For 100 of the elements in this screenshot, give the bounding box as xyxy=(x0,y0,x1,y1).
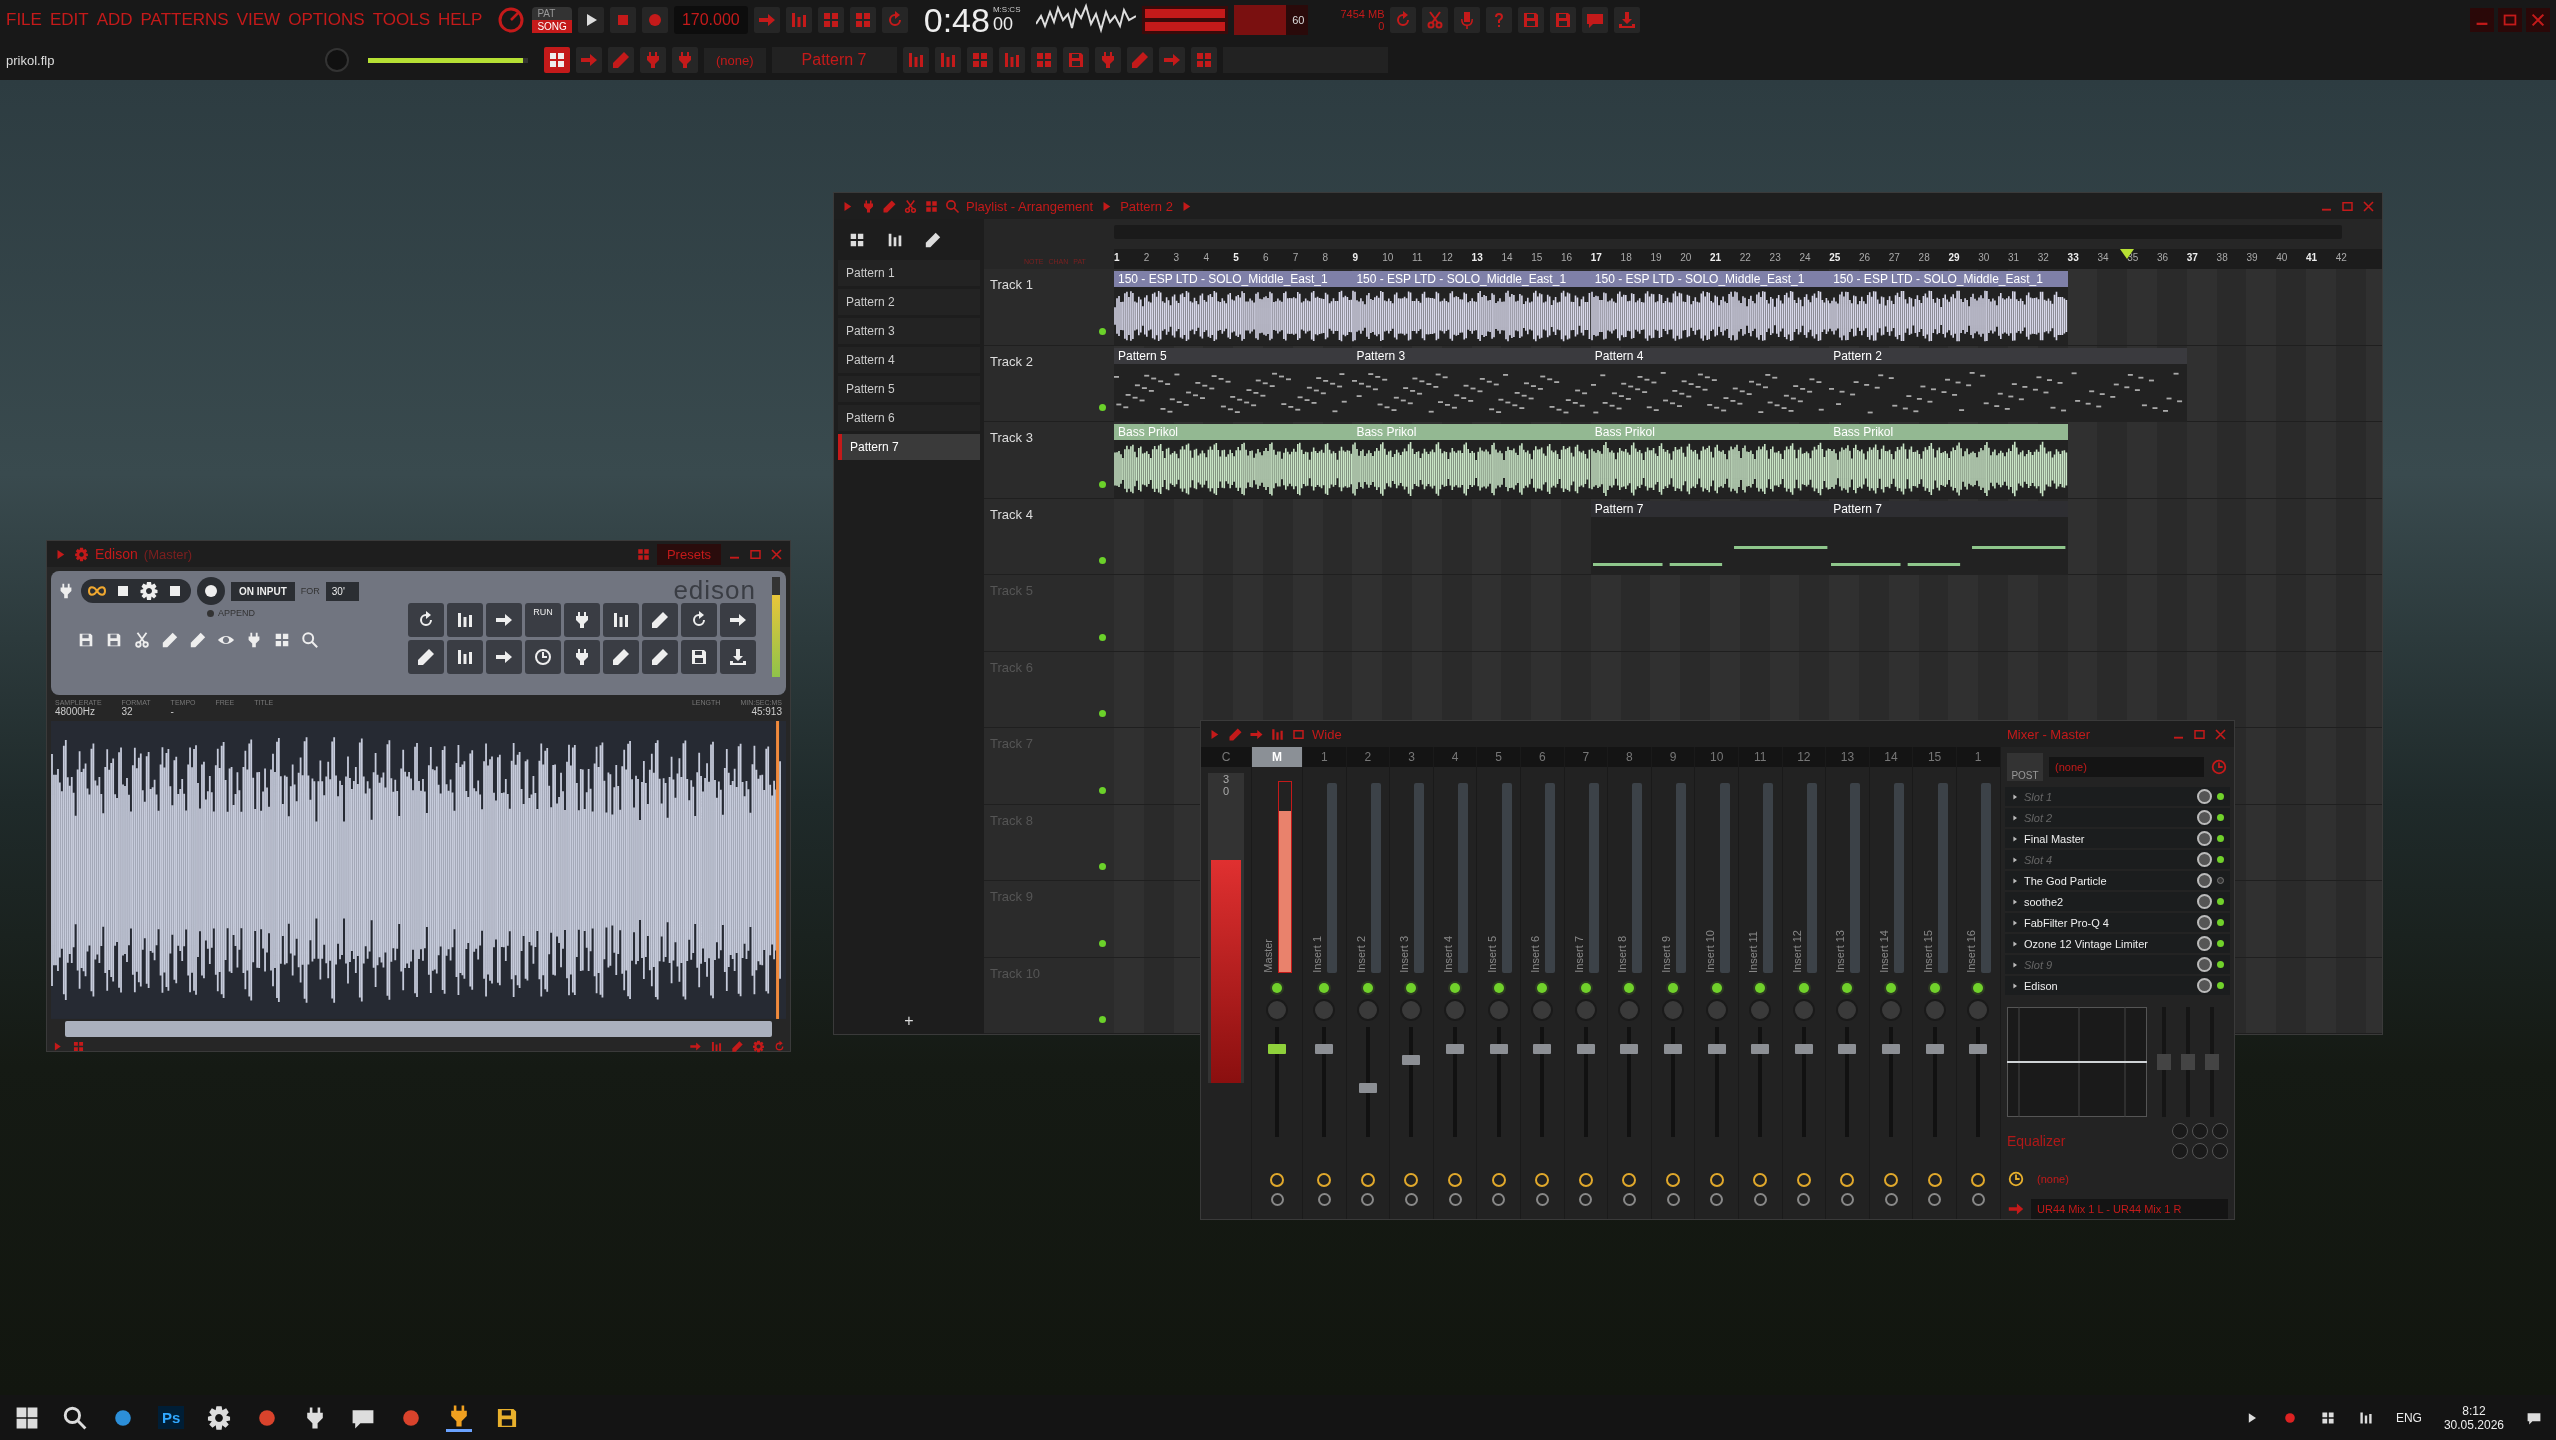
route-knob[interactable] xyxy=(1666,1193,1680,1206)
strip-number[interactable]: 5 xyxy=(1477,747,1520,767)
menu-item[interactable]: FILE xyxy=(6,10,42,30)
scissors-icon[interactable] xyxy=(133,631,151,649)
minimize-icon[interactable] xyxy=(2470,8,2494,32)
route-knob[interactable] xyxy=(1928,1193,1942,1206)
strip-led[interactable] xyxy=(1450,983,1461,993)
effect-slot[interactable]: Slot 1 xyxy=(2005,787,2230,806)
zoom-icon[interactable] xyxy=(945,198,960,214)
route-knob[interactable] xyxy=(1492,1193,1506,1206)
expand-arrow-icon[interactable] xyxy=(2011,918,2019,927)
horizontal-scrollbar[interactable] xyxy=(65,1020,772,1037)
strip-number[interactable]: 9 xyxy=(1651,747,1695,767)
expand-arrow-icon[interactable] xyxy=(2011,792,2019,801)
pattern-item[interactable]: Pattern 2 xyxy=(838,289,980,315)
effect-slot[interactable]: Ozone 12 Vintage Limiter xyxy=(2005,934,2230,953)
effect-slot[interactable]: Edison xyxy=(2005,976,2230,995)
slot-led[interactable] xyxy=(2217,856,2224,863)
strip-number[interactable]: 8 xyxy=(1608,747,1651,767)
mix-knob[interactable] xyxy=(2197,894,2212,909)
send-knob[interactable] xyxy=(1796,1173,1811,1187)
track-lane[interactable]: Pattern 5 Pattern 3 Pattern 4 Pattern 2 xyxy=(1114,345,2382,422)
strip-number[interactable]: 14 xyxy=(1869,747,1913,767)
maximize-icon[interactable] xyxy=(2498,8,2522,32)
duration-dropdown[interactable]: 30' xyxy=(325,581,359,601)
menu-item[interactable]: OPTIONS xyxy=(288,10,365,30)
fader-thumb[interactable] xyxy=(1358,1082,1377,1093)
strip-led[interactable] xyxy=(1668,983,1679,993)
strip-number[interactable]: M xyxy=(1252,747,1302,767)
swap-icon[interactable] xyxy=(681,603,717,637)
strip-led[interactable] xyxy=(1842,983,1853,993)
menu-item[interactable]: PATTERNS xyxy=(140,10,229,30)
clip[interactable]: Pattern 7 xyxy=(1590,500,1830,575)
route-knob[interactable] xyxy=(1884,1193,1898,1206)
send-knob[interactable] xyxy=(1666,1173,1681,1187)
effect-slot[interactable]: soothe2 xyxy=(2005,892,2230,911)
close-icon[interactable] xyxy=(2213,726,2228,742)
fader-thumb[interactable] xyxy=(1446,1044,1465,1054)
fader-thumb[interactable] xyxy=(1402,1055,1421,1065)
send-knob[interactable] xyxy=(1448,1173,1463,1187)
expand-arrow-icon[interactable] xyxy=(2011,897,2019,906)
track-header[interactable]: Track 4 xyxy=(984,498,1114,575)
fader-thumb[interactable] xyxy=(1315,1044,1334,1054)
eq-slider-thumb[interactable] xyxy=(2181,1054,2195,1070)
route-knob[interactable] xyxy=(1971,1193,1985,1206)
slot-led[interactable] xyxy=(2217,940,2224,947)
snap-dropdown[interactable]: (none) xyxy=(704,47,766,73)
zoom-icon[interactable] xyxy=(301,631,319,649)
strip-led[interactable] xyxy=(1929,983,1940,993)
strip-number[interactable]: 1 xyxy=(1956,747,2000,767)
pattern-item[interactable]: Pattern 6 xyxy=(838,405,980,431)
eq-slider-thumb[interactable] xyxy=(2205,1054,2219,1070)
bars-icon[interactable] xyxy=(1270,726,1285,742)
send-knob[interactable] xyxy=(1491,1173,1506,1187)
fader-thumb[interactable] xyxy=(1489,1044,1508,1054)
microphone-icon[interactable] xyxy=(1454,7,1481,33)
fader-thumb[interactable] xyxy=(1664,1044,1683,1054)
fader-thumb[interactable] xyxy=(1707,1044,1726,1054)
clip[interactable]: Pattern 7 xyxy=(1829,500,2068,575)
fader-thumb[interactable] xyxy=(1969,1044,1988,1054)
clip[interactable]: Bass Prikol xyxy=(1352,424,1591,499)
strip-led[interactable] xyxy=(1798,983,1809,993)
mix-knob[interactable] xyxy=(2197,915,2212,930)
send-knob[interactable] xyxy=(1709,1173,1724,1187)
strip-number[interactable]: 10 xyxy=(1695,747,1738,767)
send-knob[interactable] xyxy=(1317,1173,1332,1187)
track-header[interactable]: Track 3 xyxy=(984,422,1114,498)
slot-led[interactable] xyxy=(2217,919,2224,926)
clock[interactable]: 8:12 30.05.2026 xyxy=(2443,1403,2504,1432)
strip-number[interactable]: 6 xyxy=(1520,747,1564,767)
bars-icon[interactable] xyxy=(710,1040,723,1054)
mode-toggle[interactable]: SONG xyxy=(532,20,572,33)
send-knob[interactable] xyxy=(1840,1173,1855,1187)
send-knob[interactable] xyxy=(1535,1173,1550,1187)
expand-arrow-icon[interactable] xyxy=(2011,960,2019,969)
fader-thumb[interactable] xyxy=(1268,1044,1286,1054)
strip-led[interactable] xyxy=(1580,983,1591,993)
strip-number[interactable]: 1 xyxy=(1303,747,1346,767)
strip-led[interactable] xyxy=(1406,983,1417,993)
clip[interactable]: Pattern 4 xyxy=(1590,347,1830,422)
strip-number[interactable]: 2 xyxy=(1346,747,1390,767)
scissors-icon[interactable] xyxy=(903,198,918,214)
add-pattern-button[interactable]: + xyxy=(904,1012,914,1030)
send-knob[interactable] xyxy=(1927,1173,1942,1187)
tempo-display[interactable]: 170.000 xyxy=(673,6,748,34)
export-icon[interactable] xyxy=(720,640,756,674)
run-button[interactable]: RUN xyxy=(525,603,561,637)
track-led[interactable] xyxy=(1099,863,1106,871)
pencil-icon[interactable] xyxy=(882,198,897,214)
strip-led[interactable] xyxy=(1755,983,1766,993)
route-knob[interactable] xyxy=(1317,1193,1331,1206)
clip[interactable]: Pattern 2 xyxy=(1829,347,2187,422)
mix-knob[interactable] xyxy=(2197,873,2212,888)
menu-item[interactable]: HELP xyxy=(438,10,483,30)
fader-thumb[interactable] xyxy=(1751,1044,1770,1054)
clip[interactable]: Bass Prikol xyxy=(1829,424,2068,499)
mix-knob[interactable] xyxy=(2197,852,2212,867)
track-lane[interactable]: Pattern 7 Pattern 7 xyxy=(1114,498,2382,575)
eq-slider-thumb[interactable] xyxy=(2157,1054,2171,1070)
route-knob[interactable] xyxy=(1535,1193,1549,1206)
